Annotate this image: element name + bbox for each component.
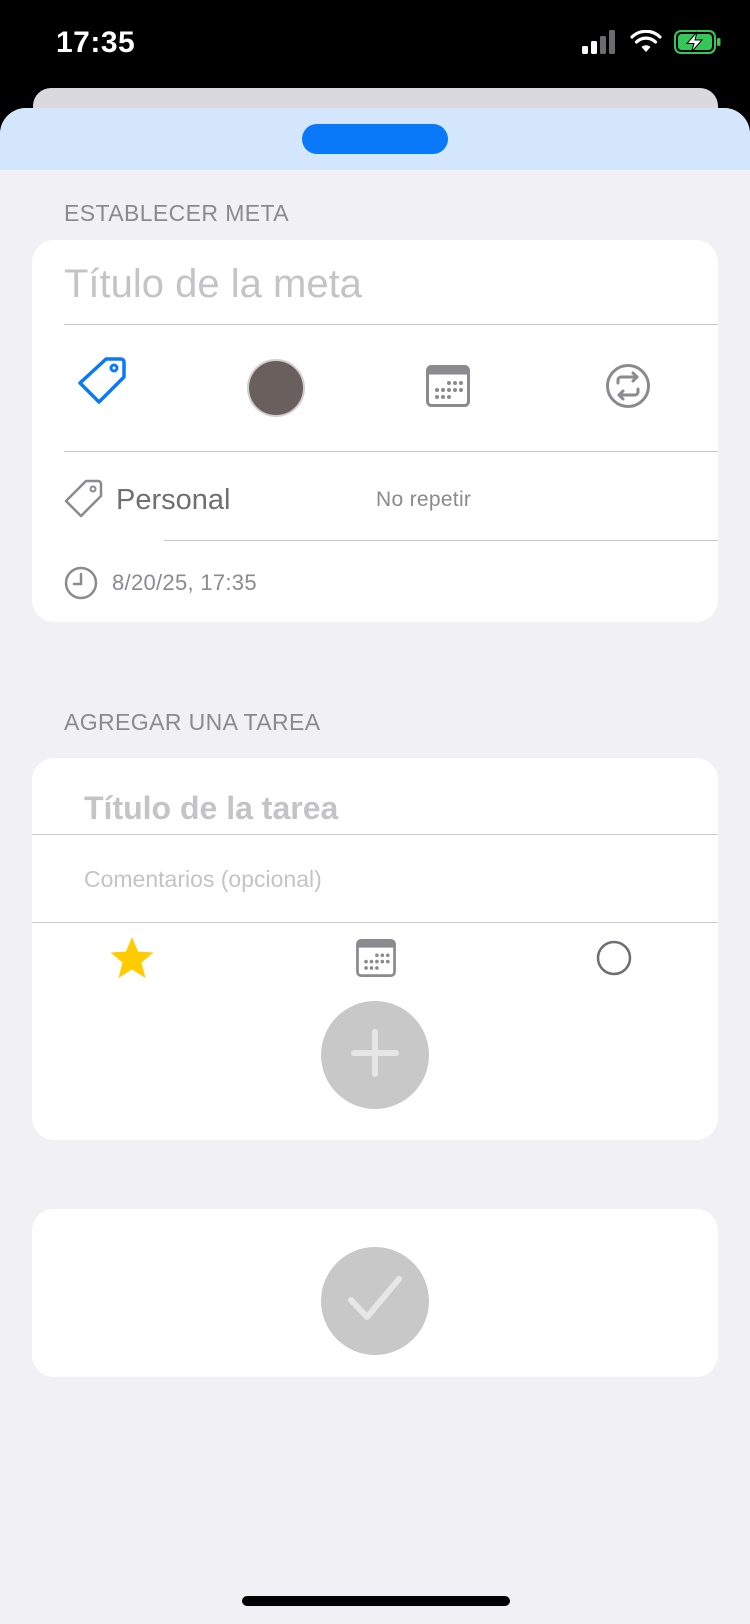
- color-swatch: [247, 359, 305, 417]
- calendar-icon: [426, 364, 470, 412]
- divider: [32, 922, 718, 923]
- task-comment-input[interactable]: Comentarios (opcional): [84, 866, 322, 893]
- status-bar: 17:35: [0, 0, 750, 100]
- status-time: 17:35: [56, 26, 136, 59]
- sheet-grabber[interactable]: [302, 124, 448, 154]
- checkmark-icon: [346, 1274, 404, 1329]
- calendar-icon: [356, 938, 396, 982]
- new-goal-sheet: ESTABLECER META Título de la meta Person…: [0, 108, 750, 1624]
- task-calendar-button[interactable]: [346, 930, 406, 990]
- divider: [64, 324, 718, 325]
- repeat-label[interactable]: No repetir: [376, 488, 471, 512]
- add-task-button[interactable]: [321, 1001, 429, 1109]
- task-status-button[interactable]: [584, 930, 644, 990]
- clock-icon: [64, 566, 98, 605]
- battery-charging-icon: [674, 30, 722, 59]
- status-icons: [582, 29, 722, 59]
- wifi-icon: [630, 29, 662, 59]
- signal-icon: [582, 30, 618, 59]
- divider: [164, 540, 718, 541]
- save-goal-button[interactable]: [321, 1247, 429, 1355]
- divider: [32, 834, 718, 835]
- home-indicator: [242, 1596, 510, 1606]
- goal-card: Título de la meta Personal No repetir 8/…: [32, 240, 718, 622]
- category-tag-icon: [64, 478, 104, 523]
- tag-icon: [76, 354, 128, 411]
- goal-title-input[interactable]: Título de la meta: [64, 262, 362, 307]
- goal-details: Personal No repetir 8/20/25, 17:35: [32, 452, 718, 622]
- plus-icon: [350, 1028, 400, 1083]
- calendar-button[interactable]: [418, 358, 478, 418]
- task-card: Título de la tarea Comentarios (opcional…: [32, 758, 718, 1140]
- confirm-card: [32, 1209, 718, 1377]
- tag-button[interactable]: [72, 352, 132, 412]
- sheet-header: [0, 108, 750, 170]
- category-label[interactable]: Personal: [116, 484, 230, 517]
- priority-button[interactable]: [102, 930, 162, 990]
- goal-section-label: ESTABLECER META: [64, 200, 289, 226]
- star-icon: [109, 936, 155, 985]
- repeat-button[interactable]: [598, 358, 658, 418]
- repeat-icon: [605, 363, 651, 414]
- task-title-input[interactable]: Título de la tarea: [84, 790, 338, 827]
- circle-icon: [596, 940, 632, 981]
- goal-date-label[interactable]: 8/20/25, 17:35: [112, 570, 257, 596]
- color-button[interactable]: [246, 358, 306, 418]
- task-section-label: AGREGAR UNA TAREA: [64, 709, 321, 735]
